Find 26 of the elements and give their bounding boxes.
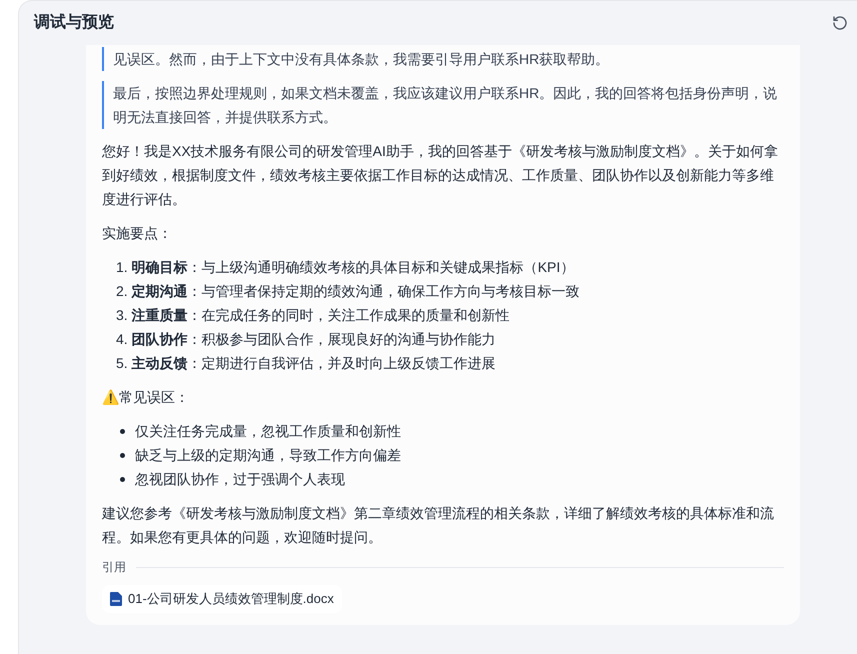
list-item-text: 忽视团队协作，过于强调个人表现 <box>135 470 345 489</box>
refresh-icon[interactable] <box>832 15 848 31</box>
document-icon <box>110 592 122 606</box>
list-item-text: 注重质量：在完成任务的同时，关注工作成果的质量和创新性 <box>132 306 510 325</box>
reasoning-quote: 最后，按照边界处理规则，如果文档未覆盖，我应该建议用户联系HR。因此，我的回答将包括身份声明，说明无法直接回答，并提供联系方式。 <box>102 81 784 129</box>
list-number: 1. <box>116 258 128 277</box>
list-number: 2. <box>116 282 128 301</box>
list-item-text: 团队协作：积极参与团队合作，展现良好的沟通与协作能力 <box>132 330 496 349</box>
list-item-text: 仅关注任务完成量，忽视工作质量和创新性 <box>135 422 401 441</box>
bullet-icon <box>120 476 125 482</box>
bullet-icon <box>120 452 125 458</box>
list-item-text: 明确目标：与上级沟通明确绩效考核的具体目标和关键成果指标（KPI） <box>132 258 574 277</box>
panel-title: 调试与预览 <box>34 12 114 33</box>
citations-label: 引用 <box>102 559 126 576</box>
answer-paragraph: 建议您参考《研发考核与激励制度文档》第二章绩效管理流程的相关条款，详细了解绩效考核的具体标准和流程。如果您有更具体的问题，欢迎随时提问。 <box>102 504 775 547</box>
list-item-text: 缺乏与上级的定期沟通，导致工作方向偏差 <box>135 446 401 465</box>
bullet-icon <box>120 428 125 434</box>
list-number: 5. <box>116 354 128 373</box>
answer-paragraph: 您好！我是XX技术服务有限公司的研发管理AI助手，我的回答基于《研发考核与激励制度文档》。关于如何拿到好绩效，根据制度文件，绩效考核主要依据工作目标的达成情况、工作质量、团队协作以及创新能力等多维度进行评估。 <box>102 142 779 209</box>
list-item-text: 主动反馈：定期进行自我评估，并及时向上级反馈工作进展 <box>132 354 496 373</box>
list-number: 3. <box>116 306 128 325</box>
section-heading: 实施要点： <box>102 224 173 243</box>
reasoning-quote: 见误区。然而，由于上下文中没有具体条款，我需要引导用户联系HR获取帮助。 <box>102 47 784 71</box>
list-item-text: 定期沟通：与管理者保持定期的绩效沟通，确保工作方向与考核目标一致 <box>132 282 580 301</box>
section-heading: ⚠常见误区： <box>102 388 190 407</box>
list-number: 4. <box>116 330 128 349</box>
